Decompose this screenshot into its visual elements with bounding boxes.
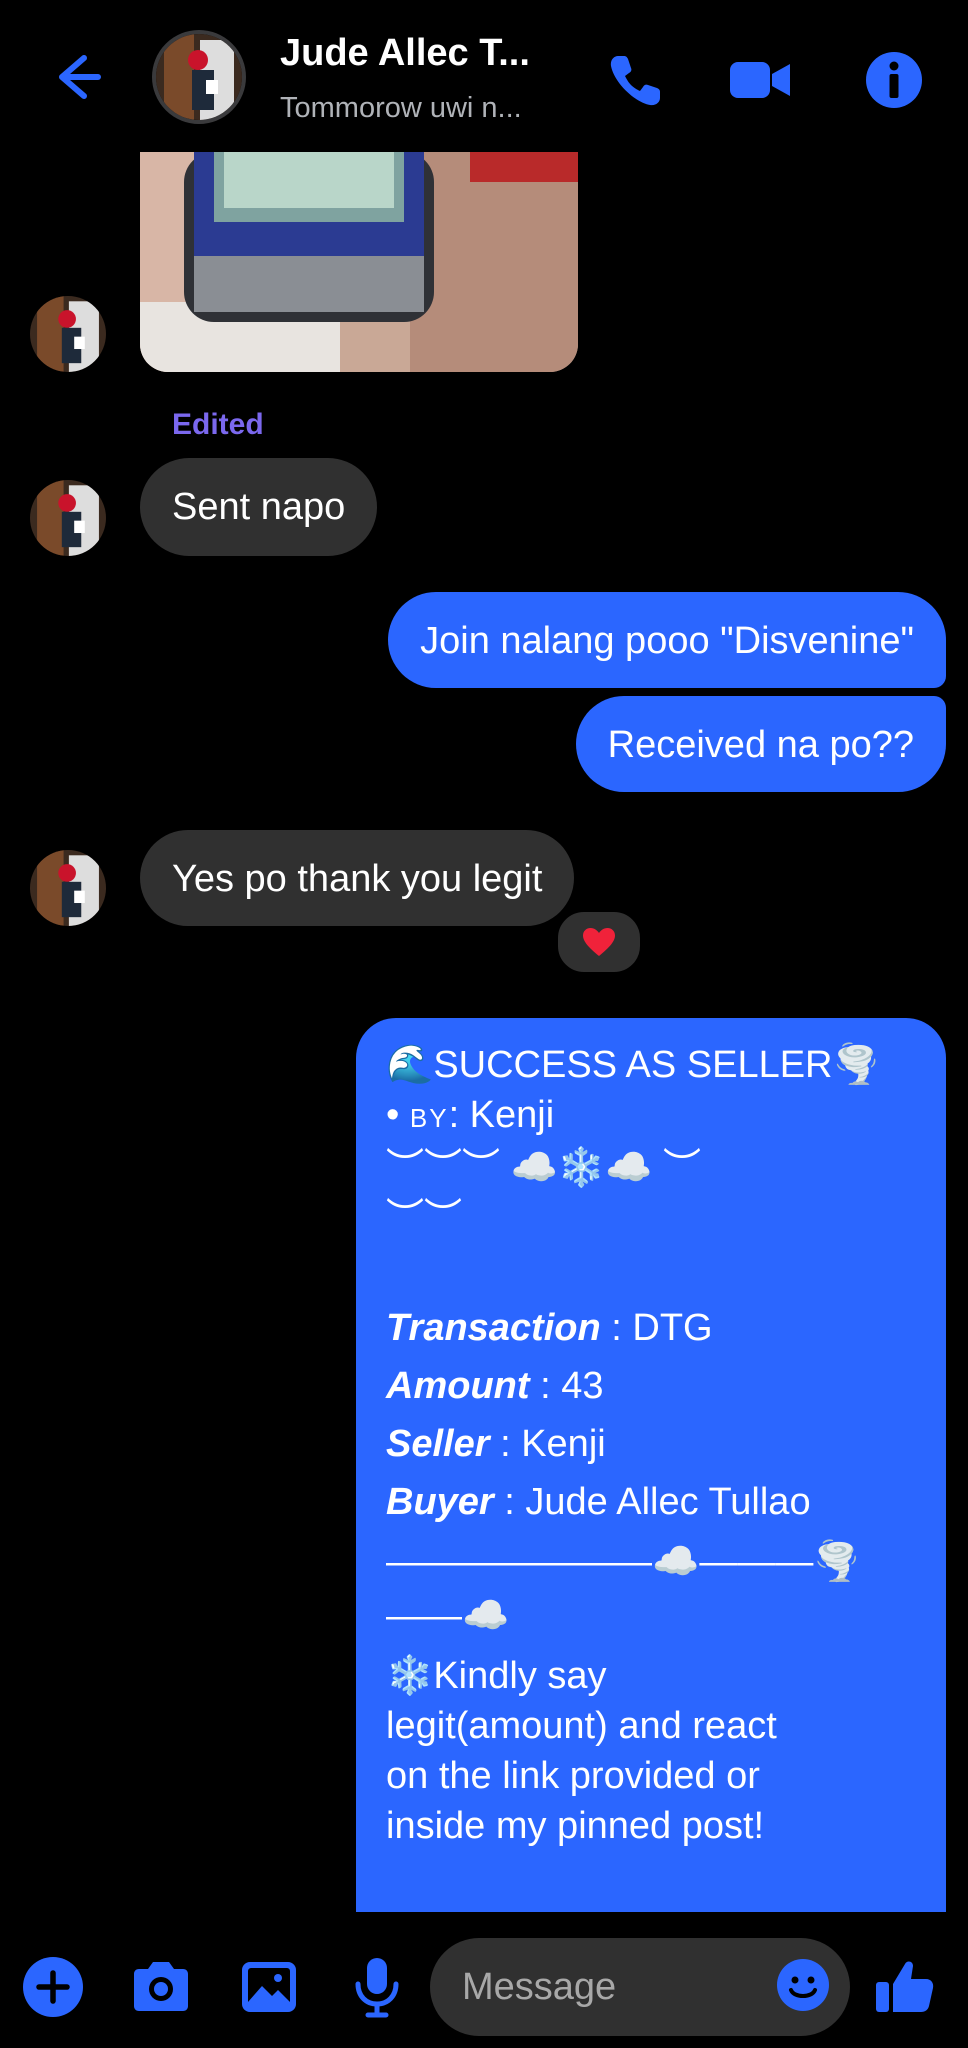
receipt-note: legit(amount) and react [386, 1705, 777, 1747]
video-call-button[interactable] [728, 48, 792, 112]
message-composer [0, 1912, 968, 2048]
tornado-emoji: 🌪️ [832, 1044, 880, 1086]
incoming-message[interactable]: Sent napo [140, 458, 378, 556]
receipt-decoration: ︶︶︶ ☁️❄️☁️ ︶ [386, 1147, 702, 1189]
camera-icon [134, 1962, 188, 2011]
plus-icon [23, 1957, 83, 2017]
receipt-note: ❄️Kindly say [386, 1655, 607, 1697]
receipt-divider: ———————☁️———🌪️ [386, 1541, 861, 1583]
microphone-icon [355, 1958, 399, 2018]
receipt-note: inside my pinned post! [386, 1805, 765, 1847]
video-camera-icon [730, 62, 790, 98]
avatar-image [30, 296, 106, 372]
receipt-divider: ——☁️ [386, 1595, 510, 1637]
emoji-icon [777, 1959, 829, 2011]
back-button[interactable] [44, 46, 106, 108]
receipt-message[interactable]: 🌊SUCCESS AS SELLER🌪️ • BY: Kenji ︶︶︶ ☁️❄… [356, 1018, 946, 1978]
thumbs-up-icon [876, 1961, 934, 2012]
chat-header: Jude Allec T... Tommorow uwi n... [0, 0, 968, 152]
receipt-seller: Seller : Kenji [386, 1423, 606, 1465]
receipt-buyer: Buyer : Jude Allec Tullao [386, 1481, 811, 1523]
contact-avatar[interactable] [152, 30, 246, 124]
sender-avatar[interactable] [30, 296, 106, 372]
edited-label: Edited [172, 408, 264, 441]
phone-icon [610, 56, 660, 106]
like-button[interactable] [872, 1954, 938, 2020]
contact-status: Tommorow uwi n... [280, 92, 522, 124]
receipt-transaction: Transaction : DTG [386, 1307, 713, 1349]
outgoing-message[interactable]: Join nalang pooo "Disvenine" [388, 592, 946, 688]
avatar-image [30, 480, 106, 556]
camera-button[interactable] [128, 1954, 194, 2020]
incoming-message[interactable]: Yes po thank you legit [140, 830, 575, 926]
photo-image [140, 152, 578, 372]
back-arrow-icon [59, 55, 101, 99]
call-button[interactable] [604, 48, 668, 112]
more-actions-button[interactable] [20, 1954, 86, 2020]
avatar-image [30, 850, 106, 926]
emoji-button[interactable] [770, 1952, 836, 2018]
heart-reaction[interactable] [554, 908, 644, 976]
info-button[interactable] [862, 48, 926, 112]
voice-message-button[interactable] [344, 1954, 410, 2020]
heart-icon [583, 928, 615, 956]
wave-emoji: 🌊 [386, 1044, 434, 1086]
info-icon [866, 52, 922, 108]
gallery-button[interactable] [236, 1954, 302, 2020]
avatar-image [156, 34, 242, 120]
receipt-title: 🌊SUCCESS AS SELLER🌪️ [386, 1044, 880, 1086]
photo-attachment[interactable] [140, 152, 578, 372]
contact-name[interactable]: Jude Allec T... [280, 32, 580, 75]
receipt-decoration: ︶︶ [386, 1197, 463, 1239]
gallery-icon [242, 1962, 296, 2012]
outgoing-message[interactable]: Received na po?? [575, 696, 946, 792]
receipt-amount: Amount : 43 [386, 1365, 604, 1407]
sender-avatar[interactable] [30, 850, 106, 926]
receipt-by: • BY: Kenji [386, 1094, 555, 1136]
receipt-note: on the link provided or [386, 1755, 760, 1797]
sender-avatar[interactable] [30, 480, 106, 556]
